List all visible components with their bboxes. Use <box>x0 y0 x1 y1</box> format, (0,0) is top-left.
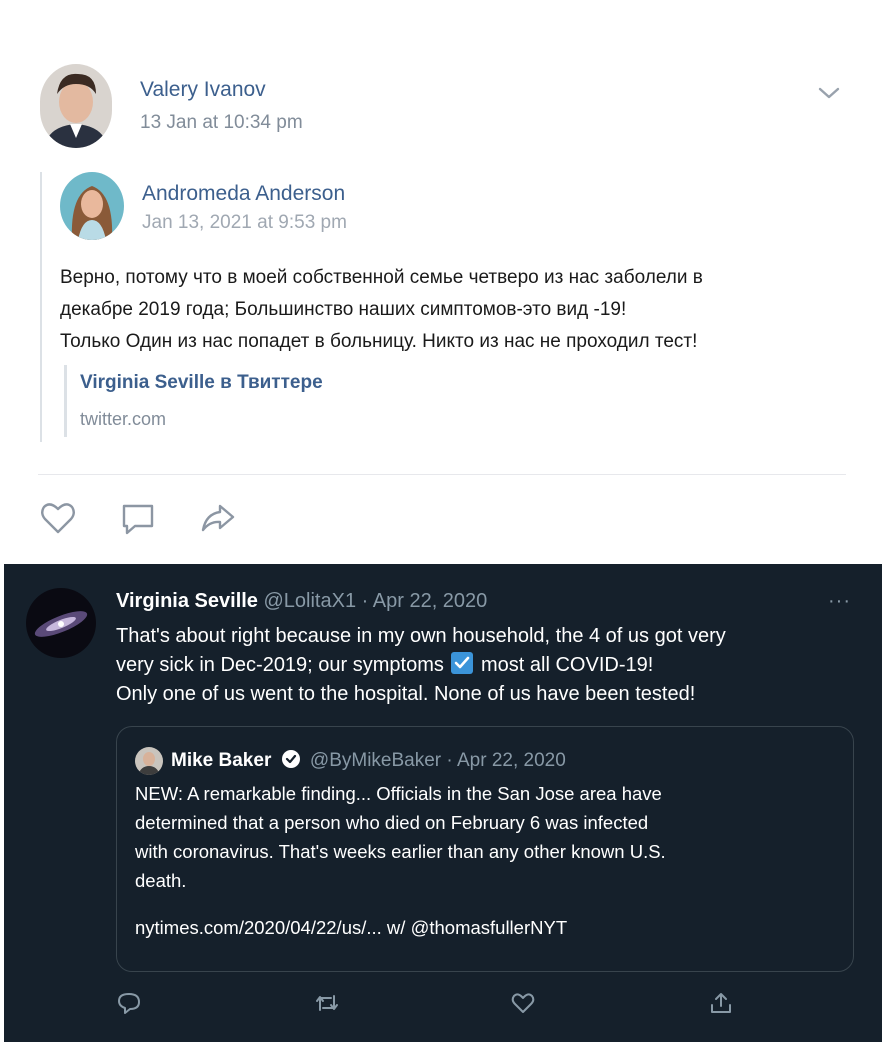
post-text-line: Только Один из нас попадет в больницу. Н… <box>60 331 698 352</box>
quoted-author-avatar[interactable] <box>60 172 124 240</box>
quoted-tweet-line: NEW: A remarkable finding... Officials i… <box>135 783 662 804</box>
tweet-author-name[interactable]: Virginia Seville <box>116 590 258 612</box>
post-timestamp[interactable]: 13 Jan at 10:34 pm <box>140 112 303 134</box>
link-domain[interactable]: twitter.com <box>80 409 166 430</box>
tweet-author-avatar[interactable] <box>26 588 96 658</box>
retweet-icon[interactable] <box>314 990 340 1016</box>
quoted-tweet-author-name[interactable]: Mike Baker <box>171 750 271 771</box>
post-text-line: Верно, потому что в моей собственной сем… <box>60 267 703 288</box>
check-mark-icon <box>451 652 474 674</box>
comment-icon[interactable] <box>118 498 158 538</box>
post-text: Верно, потому что в моей собственной сем… <box>60 262 860 358</box>
tweet-text-line: very sick in Dec-2019; our symptoms most… <box>116 651 866 680</box>
quoted-tweet-header: Mike Baker @ByMikeBaker · Apr 22, 2020 <box>171 749 566 772</box>
link-title[interactable]: Virginia Seville в Твиттере <box>80 372 323 394</box>
tweet-text-segment: very sick in Dec-2019; our symptoms <box>116 654 444 676</box>
link-snippet-bar <box>64 365 67 437</box>
quoted-tweet-line: death. <box>135 870 187 891</box>
tweet-card: Virginia Seville @LolitaX1 · Apr 22, 202… <box>4 564 882 1042</box>
tweet-handle[interactable]: @LolitaX1 <box>264 590 357 612</box>
quoted-tweet-text: NEW: A remarkable finding... Officials i… <box>135 779 835 895</box>
chevron-down-icon[interactable] <box>816 84 842 102</box>
like-icon[interactable] <box>510 990 536 1016</box>
quoted-tweet-line: with coronavirus. That's weeks earlier t… <box>135 841 666 862</box>
tweet-text-line: Only one of us went to the hospital. Non… <box>116 683 696 705</box>
separator-dot: · <box>361 590 369 612</box>
quoted-author-name[interactable]: Andromeda Anderson <box>142 182 345 206</box>
quoted-tweet[interactable]: Mike Baker @ByMikeBaker · Apr 22, 2020 N… <box>116 726 854 972</box>
vk-post-card: Valery Ivanov 13 Jan at 10:34 pm Androme… <box>4 32 878 560</box>
more-options-icon[interactable]: ··· <box>828 590 851 613</box>
tweet-header: Virginia Seville @LolitaX1 · Apr 22, 202… <box>116 590 487 613</box>
tweet-text-line: That's about right because in my own hou… <box>116 625 726 647</box>
separator-dot: · <box>446 750 453 771</box>
quoted-tweet-line: determined that a person who died on Feb… <box>135 812 649 833</box>
tweet-date[interactable]: Apr 22, 2020 <box>373 590 488 612</box>
quoted-tweet-link[interactable]: nytimes.com/2020/04/22/us/... w/ @thomas… <box>135 917 567 939</box>
share-icon[interactable] <box>198 498 238 538</box>
quoted-tweet-avatar[interactable] <box>135 747 163 775</box>
quoted-tweet-date[interactable]: Apr 22, 2020 <box>457 750 566 771</box>
author-avatar[interactable] <box>40 64 112 148</box>
author-name[interactable]: Valery Ivanov <box>140 78 266 102</box>
actions-divider <box>38 474 846 475</box>
tweet-text: That's about right because in my own hou… <box>116 622 866 709</box>
reply-icon[interactable] <box>116 990 142 1016</box>
upload-icon[interactable] <box>708 990 734 1016</box>
tweet-text-segment: most all COVID-19! <box>481 654 654 676</box>
quote-divider <box>40 172 42 442</box>
quoted-timestamp[interactable]: Jan 13, 2021 at 9:53 pm <box>142 212 347 234</box>
heart-icon[interactable] <box>38 498 78 538</box>
quoted-tweet-handle[interactable]: @ByMikeBaker <box>310 750 441 771</box>
post-text-line: декабре 2019 года; Большинство наших сим… <box>60 299 627 320</box>
verified-badge-icon <box>281 750 300 768</box>
